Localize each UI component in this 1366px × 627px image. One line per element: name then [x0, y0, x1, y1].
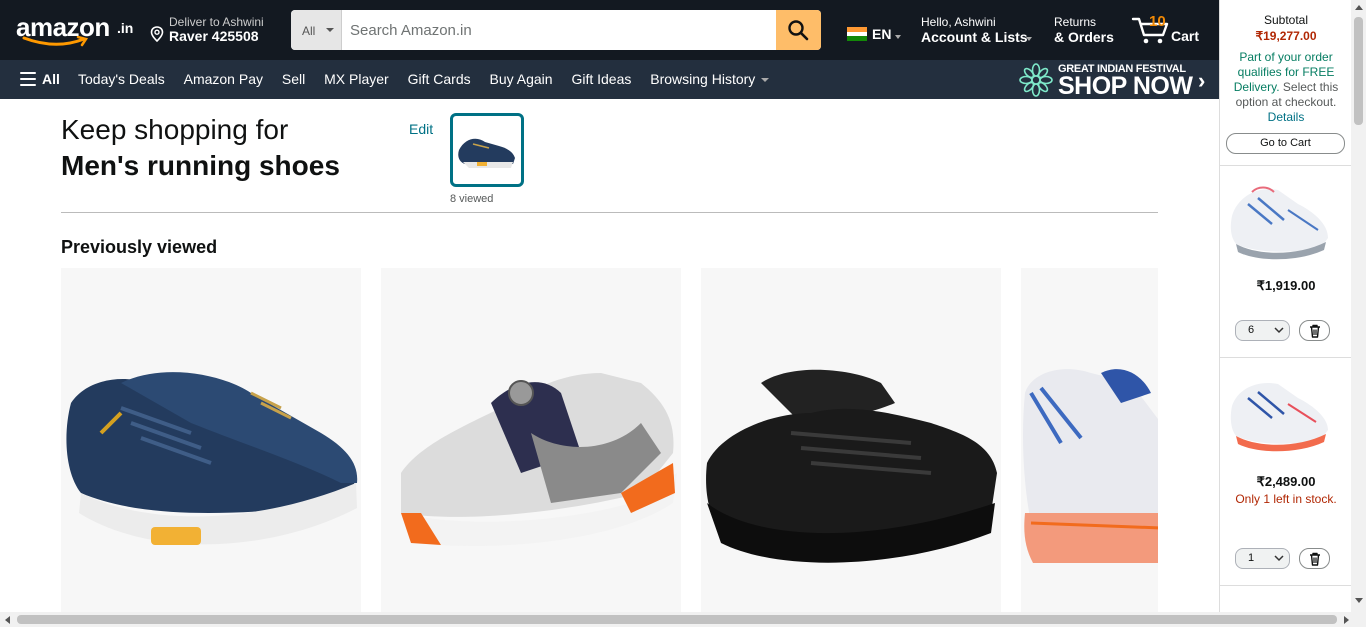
sidebar-divider	[1220, 165, 1351, 166]
product-card[interactable]	[1021, 268, 1158, 613]
nav-link-sell[interactable]: Sell	[282, 71, 305, 87]
sidebar-divider	[1220, 357, 1351, 358]
nav-link-mx-player[interactable]: MX Player	[324, 71, 389, 87]
go-to-cart-button[interactable]: Go to Cart	[1226, 133, 1345, 154]
sidebar-divider	[1220, 585, 1351, 586]
details-link[interactable]: Details	[1268, 110, 1305, 124]
white-blue-sneaker-thumbnail-image	[1230, 186, 1328, 260]
search-bar: All	[291, 10, 821, 50]
returns-orders[interactable]: Returns & Orders	[1054, 15, 1124, 45]
top-nav: amazon .in Deliver to Ashwini Raver 4255…	[0, 0, 1219, 60]
amazon-logo[interactable]: amazon .in	[14, 12, 134, 50]
nav-link-browsing-history[interactable]: Browsing History	[650, 71, 770, 87]
chevron-down-icon	[1026, 37, 1032, 41]
account-lists[interactable]: Hello, Ashwini Account & Lists	[921, 15, 1041, 45]
black-running-shoe-image	[706, 369, 997, 563]
search-icon	[788, 20, 809, 41]
vertical-scrollbar[interactable]	[1351, 0, 1366, 612]
horizontal-scrollbar[interactable]	[0, 612, 1366, 627]
language-code: EN	[872, 26, 892, 42]
promo-line2: SHOP NOW	[1058, 72, 1193, 100]
trash-icon	[1310, 552, 1320, 566]
quantity-value: 1	[1248, 552, 1255, 564]
cart-sidebar: Subtotal ₹19,277.00 Part of your order q…	[1219, 0, 1351, 612]
account-label: Account & Lists	[921, 29, 1028, 45]
stock-warning: Only 1 left in stock.	[1235, 492, 1337, 506]
nav-link-gift-cards[interactable]: Gift Cards	[408, 71, 471, 87]
india-flag-icon	[847, 27, 867, 41]
festival-flower-icon	[1019, 63, 1053, 97]
vertical-scroll-thumb[interactable]	[1354, 17, 1363, 125]
free-delivery-message: Part of your order qualifies for FREE De…	[1227, 50, 1345, 125]
scroll-left-arrow-icon[interactable]	[5, 616, 10, 624]
product-card[interactable]	[61, 268, 361, 613]
quantity-dropdown[interactable]: 6	[1235, 320, 1290, 341]
delete-item-button[interactable]	[1299, 548, 1330, 569]
cart-label: Cart	[1171, 28, 1200, 44]
previously-viewed-title: Previously viewed	[61, 237, 218, 257]
deliver-to[interactable]: Deliver to Ashwini Raver 425508	[150, 13, 280, 47]
subtotal-label: Subtotal	[1263, 13, 1309, 27]
navy-sneaker-image	[66, 372, 358, 545]
page-root: amazon .in Deliver to Ashwini Raver 4255…	[0, 0, 1366, 627]
orders-line1: Returns	[1054, 15, 1097, 29]
chevron-down-icon	[895, 35, 901, 39]
cart-count: 10	[1149, 13, 1166, 30]
cart-item-price: ₹1,919.00	[1256, 278, 1316, 293]
scroll-up-arrow-icon[interactable]	[1355, 5, 1363, 10]
chevron-right-icon: ›	[1198, 68, 1206, 93]
edit-link[interactable]: Edit	[409, 121, 433, 137]
chevron-down-icon	[761, 78, 770, 82]
location-pin-icon	[150, 26, 164, 42]
delete-item-button[interactable]	[1299, 320, 1330, 341]
search-category-label: All	[302, 24, 316, 38]
hamburger-icon	[20, 72, 36, 86]
section-divider	[61, 212, 1158, 213]
logo-smile-icon	[22, 36, 89, 47]
deliver-line1: Deliver to Ashwini	[169, 15, 264, 29]
quantity-value: 6	[1248, 324, 1255, 336]
subtotal-value: ₹19,277.00	[1255, 29, 1317, 43]
logo-suffix: .in	[117, 20, 134, 36]
horizontal-scroll-thumb[interactable]	[17, 615, 1337, 624]
quantity-dropdown[interactable]: 1	[1235, 548, 1290, 569]
product-card[interactable]	[701, 268, 1001, 613]
white-orange-sneaker-image	[1023, 369, 1158, 563]
browsing-history-label: Browsing History	[650, 71, 756, 87]
keep-shopping-subtitle[interactable]: Men's running shoes	[61, 150, 340, 182]
nav-links: Today's Deals Amazon Pay Sell MX Player …	[70, 71, 776, 87]
all-label: All	[42, 71, 60, 87]
cart-item-price: ₹2,489.00	[1256, 474, 1316, 489]
previously-viewed-carousel	[61, 268, 1158, 613]
secondary-nav: All Today's Deals Amazon Pay Sell MX Pla…	[0, 60, 1219, 100]
deliver-line2: Raver 425508	[169, 28, 259, 44]
product-card[interactable]	[381, 268, 681, 613]
search-input[interactable]	[343, 10, 776, 50]
keep-shopping-title: Keep shopping for	[61, 114, 289, 145]
viewed-count: 8 viewed	[450, 193, 494, 205]
scroll-right-arrow-icon[interactable]	[1344, 616, 1349, 624]
account-greeting: Hello, Ashwini	[921, 15, 996, 29]
chevron-down-icon	[326, 28, 334, 32]
chevron-down-icon	[1274, 555, 1284, 562]
scroll-down-arrow-icon[interactable]	[1355, 598, 1363, 603]
search-button[interactable]	[776, 10, 821, 50]
white-red-sneaker-thumbnail-image	[1230, 382, 1328, 452]
nav-link-todays-deals[interactable]: Today's Deals	[78, 71, 165, 87]
disc-sneaker-image	[401, 373, 677, 547]
trash-icon	[1310, 324, 1320, 338]
navy-sneaker-thumbnail-image	[458, 138, 515, 168]
chevron-down-icon	[1274, 327, 1284, 334]
cart-button[interactable]: 10 Cart	[1131, 12, 1207, 48]
search-category-dropdown[interactable]: All	[291, 10, 342, 50]
selected-product-thumbnail[interactable]	[450, 113, 524, 187]
nav-link-gift-ideas[interactable]: Gift Ideas	[571, 71, 631, 87]
nav-link-amazon-pay[interactable]: Amazon Pay	[184, 71, 263, 87]
festival-promo-banner[interactable]: GREAT INDIAN FESTIVAL SHOP NOW ›	[1018, 60, 1219, 100]
nav-link-buy-again[interactable]: Buy Again	[490, 71, 553, 87]
orders-line2: & Orders	[1054, 29, 1114, 45]
